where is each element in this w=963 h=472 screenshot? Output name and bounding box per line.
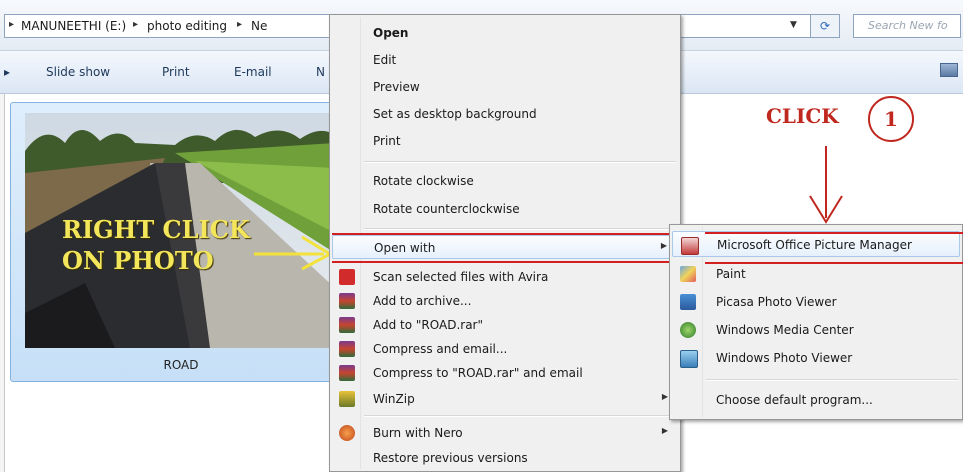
winzip-icon — [339, 391, 355, 407]
file-name-label[interactable]: ROAD — [11, 358, 351, 372]
change-view-icon[interactable] — [940, 63, 958, 77]
right-click-annotation-text: RIGHT CLICK ON PHOTO — [62, 215, 250, 275]
winrar-icon — [339, 293, 355, 309]
context-menu: Open Edit Preview Set as desktop backgro… — [329, 14, 681, 472]
winrar-icon — [339, 365, 355, 381]
menu-item-label: Rotate clockwise — [373, 174, 474, 188]
red-down-arrow-icon — [809, 146, 843, 224]
menu-item-add-to-archive[interactable]: Add to archive... — [332, 289, 678, 313]
picture-manager-icon — [681, 237, 699, 255]
slide-show-button[interactable]: Slide show — [46, 65, 110, 79]
menu-item-label: Add to "ROAD.rar" — [373, 318, 484, 332]
menu-item-label: Add to archive... — [373, 294, 472, 308]
menu-item-label: Open — [373, 26, 409, 40]
address-dropdown-icon[interactable]: ▼ — [790, 20, 797, 30]
search-placeholder: Search New fo — [868, 19, 948, 32]
winrar-icon — [339, 341, 355, 357]
menu-item-label: WinZip — [373, 392, 415, 406]
breadcrumb-drive[interactable]: MANUNEETHI (E:) — [21, 19, 126, 33]
photo-viewer-icon — [680, 350, 698, 368]
submenu-item-label: Microsoft Office Picture Manager — [717, 238, 912, 252]
breadcrumb-subfolder[interactable]: Ne — [251, 19, 267, 33]
menu-item-label: Open with — [374, 241, 436, 255]
menu-item-scan-avira[interactable]: Scan selected files with Avira — [332, 265, 678, 289]
new-folder-button[interactable]: N — [316, 65, 325, 79]
menu-separator — [706, 379, 958, 381]
menu-item-open-with[interactable]: Open with ▶ — [332, 235, 678, 259]
submenu-item-label: Windows Media Center — [716, 323, 854, 337]
click-annotation: CLICK — [766, 104, 839, 128]
highlight-line — [332, 233, 669, 235]
print-button[interactable]: Print — [162, 65, 190, 79]
menu-item-label: Compress to "ROAD.rar" and email — [373, 366, 583, 380]
menu-item-label: Set as desktop background — [373, 107, 537, 121]
menu-item-compress-to-road-rar-email[interactable]: Compress to "ROAD.rar" and email — [332, 361, 678, 385]
window-left-border — [0, 50, 5, 472]
breadcrumb-folder[interactable]: photo editing — [147, 19, 227, 33]
menu-item-label: Print — [373, 134, 401, 148]
submenu-item-picture-manager[interactable]: Microsoft Office Picture Manager — [672, 231, 960, 257]
submenu-item-label: Windows Photo Viewer — [716, 351, 853, 365]
menu-item-edit[interactable]: Edit — [332, 48, 678, 72]
menu-item-open[interactable]: Open — [332, 21, 678, 45]
submenu-arrow-icon: ▶ — [661, 426, 668, 435]
menu-item-restore-previous-versions[interactable]: Restore previous versions — [332, 446, 678, 470]
menu-item-compress-and-email[interactable]: Compress and email... — [332, 337, 678, 361]
paint-icon — [680, 266, 696, 282]
yellow-arrow-icon — [254, 235, 334, 271]
submenu-item-paint[interactable]: Paint — [672, 261, 960, 287]
menu-item-label: Compress and email... — [373, 342, 508, 356]
breadcrumb-arrow-icon[interactable]: ▸ — [9, 19, 14, 30]
breadcrumb-arrow-icon[interactable]: ▸ — [237, 19, 242, 30]
menu-item-print[interactable]: Print — [332, 129, 678, 153]
submenu-item-label: Choose default program... — [716, 393, 873, 407]
command-bar-chevron-icon[interactable]: ▸ — [4, 65, 10, 79]
step-number: 1 — [884, 107, 898, 131]
submenu-item-media-center[interactable]: Windows Media Center — [672, 317, 960, 343]
submenu-arrow-icon: ▶ — [661, 392, 668, 401]
highlight-line — [705, 262, 963, 264]
menu-item-rotate-clockwise[interactable]: Rotate clockwise — [332, 169, 678, 193]
winrar-icon — [339, 317, 355, 333]
breadcrumb-arrow-icon[interactable]: ▸ — [133, 19, 138, 30]
menu-separator — [364, 228, 676, 230]
menu-item-rotate-counterclockwise[interactable]: Rotate counterclockwise — [332, 197, 678, 221]
media-center-icon — [680, 322, 696, 338]
menu-item-label: Edit — [373, 53, 397, 67]
menu-item-label: Burn with Nero — [373, 426, 463, 440]
menu-item-winzip[interactable]: WinZip ▶ — [332, 387, 678, 411]
submenu-item-photo-viewer[interactable]: Windows Photo Viewer — [672, 345, 960, 371]
menu-separator — [364, 161, 676, 163]
highlight-line — [332, 261, 669, 263]
refresh-button[interactable]: ⟳ — [810, 14, 840, 38]
submenu-item-label: Paint — [716, 267, 746, 281]
menu-item-label: Preview — [373, 80, 420, 94]
menu-item-set-desktop-background[interactable]: Set as desktop background — [332, 102, 678, 126]
submenu-item-label: Picasa Photo Viewer — [716, 295, 837, 309]
right-click-annotation: RIGHT CLICK ON PHOTO — [62, 214, 250, 276]
submenu-item-choose-default-program[interactable]: Choose default program... — [672, 387, 960, 413]
step-number-badge: 1 — [868, 96, 914, 142]
menu-item-label: Restore previous versions — [373, 451, 528, 465]
search-input[interactable]: Search New fo — [853, 14, 961, 38]
menu-item-add-to-road-rar[interactable]: Add to "ROAD.rar" — [332, 313, 678, 337]
menu-item-preview[interactable]: Preview — [332, 75, 678, 99]
menu-item-burn-with-nero[interactable]: Burn with Nero ▶ — [332, 421, 678, 445]
highlight-line — [705, 232, 963, 234]
menu-separator — [364, 415, 676, 417]
nero-icon — [339, 425, 355, 441]
submenu-item-picasa[interactable]: Picasa Photo Viewer — [672, 289, 960, 315]
submenu-arrow-icon: ▶ — [660, 241, 667, 250]
email-button[interactable]: E-mail — [234, 65, 272, 79]
menu-item-label: Scan selected files with Avira — [373, 270, 549, 284]
avira-icon — [339, 269, 355, 285]
open-with-submenu: Microsoft Office Picture Manager Paint P… — [669, 224, 963, 420]
picasa-icon — [680, 294, 696, 310]
refresh-icon: ⟳ — [819, 19, 831, 33]
menu-item-label: Rotate counterclockwise — [373, 202, 520, 216]
